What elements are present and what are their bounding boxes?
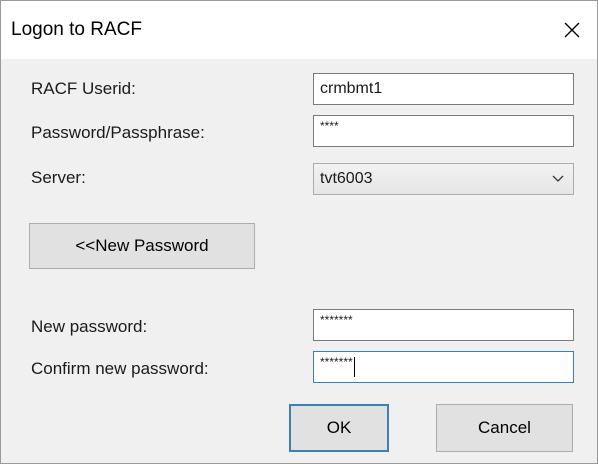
new-password-label: New password: xyxy=(31,317,148,336)
confirm-password-field[interactable]: ******* xyxy=(313,351,574,383)
server-label: Server: xyxy=(31,168,86,187)
userid-field[interactable]: crmbmt1 xyxy=(313,73,574,105)
password-label: Password/Passphrase: xyxy=(31,123,205,142)
dialog-title: Logon to RACF xyxy=(11,19,142,40)
userid-value: crmbmt1 xyxy=(320,80,383,97)
logon-dialog: Logon to RACF RACF Userid: crmbmt1 Passw… xyxy=(0,0,598,464)
confirm-password-label: Confirm new password: xyxy=(31,359,209,378)
close-icon xyxy=(564,22,580,38)
server-value: tvt6003 xyxy=(320,170,373,187)
new-password-button[interactable]: <<New Password xyxy=(29,223,255,269)
ok-button[interactable]: OK xyxy=(289,404,389,452)
new-password-mask: ******* xyxy=(320,313,353,327)
new-password-field[interactable]: ******* xyxy=(313,309,574,341)
cancel-button[interactable]: Cancel xyxy=(436,404,573,452)
title-bar: Logon to RACF xyxy=(1,1,597,59)
close-button[interactable] xyxy=(557,15,587,45)
chevron-down-icon xyxy=(552,175,564,182)
server-select[interactable]: tvt6003 xyxy=(313,163,574,195)
text-caret xyxy=(353,356,355,377)
confirm-password-mask: ******* xyxy=(320,355,353,369)
password-mask: **** xyxy=(320,119,339,133)
userid-label: RACF Userid: xyxy=(31,79,136,98)
password-field[interactable]: **** xyxy=(313,115,574,147)
